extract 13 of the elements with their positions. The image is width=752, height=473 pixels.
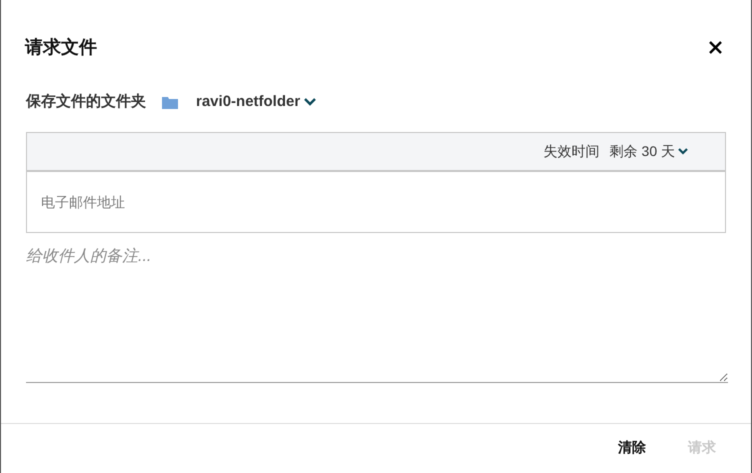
note-field[interactable]: 给收件人的备注... — [26, 242, 728, 382]
folder-dropdown[interactable]: ravi0-netfolder — [196, 91, 316, 114]
chevron-down-icon — [304, 98, 316, 106]
email-field[interactable]: 电子邮件地址 — [26, 172, 726, 232]
footer-button[interactable]: 清除 — [618, 436, 646, 458]
expiry-label: 失效时间 — [544, 142, 600, 160]
folder-icon — [162, 96, 178, 109]
chevron-down-icon — [678, 148, 688, 154]
expiry-dropdown[interactable]: 剩余 30 天 — [610, 140, 688, 162]
folder-label: 保存文件的文件夹 — [26, 92, 146, 112]
close-icon — [708, 41, 722, 54]
dialog-title: 请求文件 — [25, 36, 97, 59]
close-button[interactable] — [707, 40, 723, 56]
